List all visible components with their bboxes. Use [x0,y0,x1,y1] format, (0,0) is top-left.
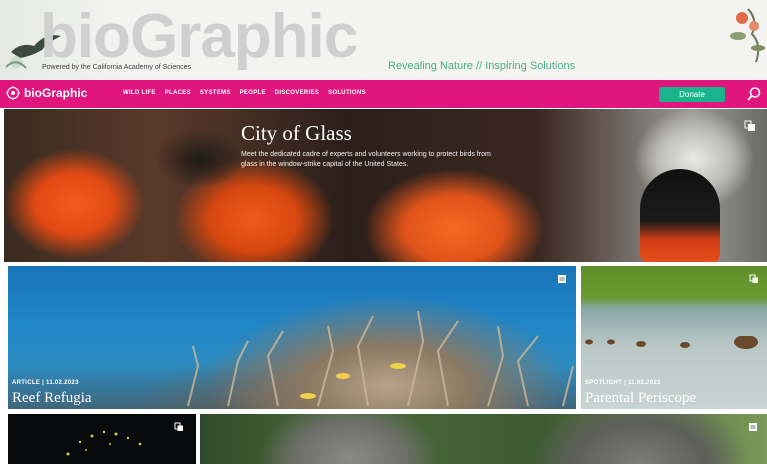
nav-item-systems[interactable]: SYSTEMS [200,90,231,96]
gallery-icon[interactable] [744,120,756,132]
hero-feature[interactable] [4,109,767,262]
powered-by-text: Powered by the California Academy of Sci… [42,64,192,71]
biographic-logo-icon [6,86,20,100]
hero-title[interactable]: City of Glass [241,121,352,146]
gallery-icon[interactable] [174,422,184,432]
card-elephants[interactable] [200,414,767,464]
capybara-image [585,336,758,349]
main-nav-bar: bioGraphic WILD LIFE PLACES SYSTEMS PEOP… [0,80,767,108]
nav-item-people[interactable]: PEOPLE [240,90,266,96]
article-icon[interactable] [557,274,567,284]
card-label: SPOTLIGHT | 11.02.2023 [585,380,661,386]
nav-logo-text: bioGraphic [24,86,88,100]
nav-logo[interactable]: bioGraphic [6,86,87,100]
site-wordmark[interactable]: bioGraphic [40,2,358,72]
gallery-icon[interactable] [749,274,759,284]
coral-image [187,310,574,407]
hero-description: Meet the dedicated cadre of experts and … [241,151,491,168]
top-banner: bioGraphic Powered by the California Aca… [0,0,767,80]
hero-image-shadow [154,129,244,189]
article-icon[interactable] [748,422,758,432]
nav-menu: WILD LIFE PLACES SYSTEMS PEOPLE DISCOVER… [123,90,366,96]
donate-button[interactable]: Donate [659,87,725,102]
night-lights-image [66,430,142,456]
card-parental-periscope[interactable]: SPOTLIGHT | 11.02.2023 Parental Periscop… [581,266,767,409]
nav-item-wild-life[interactable]: WILD LIFE [123,90,156,96]
hero-bird-image [640,169,720,262]
nav-item-discoveries[interactable]: DISCOVERIES [275,90,319,96]
nav-item-solutions[interactable]: SOLUTIONS [328,90,366,96]
card-label: ARTICLE | 11.02.2023 [12,380,79,386]
card-title[interactable]: Reef Refugia [12,390,92,407]
nav-item-places[interactable]: PLACES [165,90,191,96]
flower-illustration-icon [730,8,765,63]
site-tagline: Revealing Nature // Inspiring Solutions [388,60,576,72]
card-title[interactable]: Parental Periscope [585,390,696,407]
search-icon[interactable] [746,86,762,102]
card-night-scene[interactable] [8,414,196,464]
card-reef-refugia[interactable]: ARTICLE | 11.02.2023 Reef Refugia [8,266,576,409]
